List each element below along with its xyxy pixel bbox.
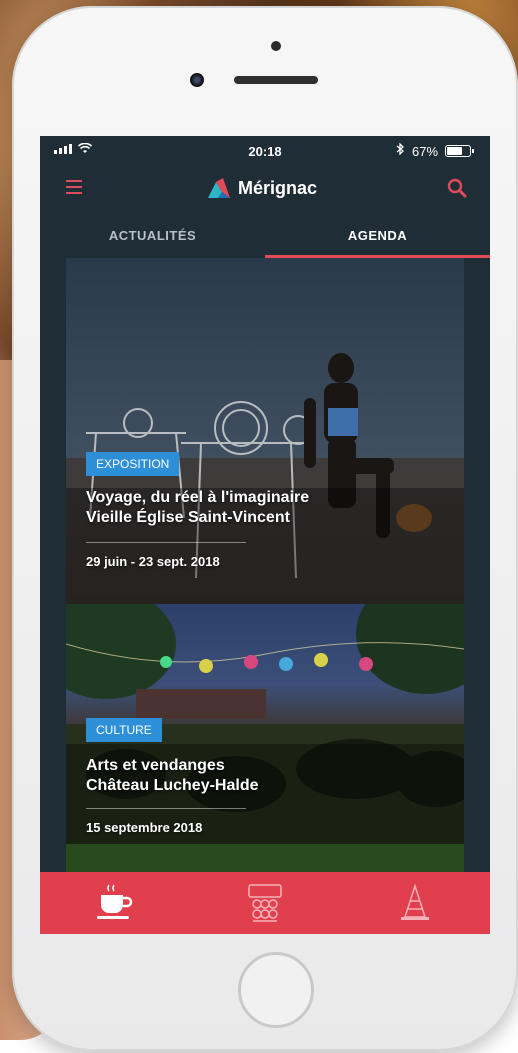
event-card[interactable]: EXPOSITION Voyage, du réel à l'imaginair… [66, 258, 464, 604]
battery-icon [445, 145, 474, 157]
event-venue: Château Luchey-Halde [86, 777, 259, 794]
card-divider [86, 808, 246, 809]
tab-actualites[interactable]: ACTUALITÉS [40, 212, 265, 258]
bottom-navigation [40, 872, 490, 934]
sensor-dot [271, 41, 281, 51]
coffee-cup-icon [97, 884, 133, 919]
hamburger-menu-icon[interactable] [66, 180, 82, 194]
battery-percent: 67% [412, 144, 439, 159]
bluetooth-icon [396, 142, 404, 158]
nav-cone[interactable] [340, 872, 490, 934]
event-date: 29 juin - 23 sept. 2018 [86, 554, 220, 569]
card-divider [86, 542, 246, 543]
event-photo-exposition [66, 258, 464, 604]
theater-seats-icon [248, 884, 282, 922]
merignac-logo [208, 178, 230, 198]
event-venue: Vieille Église Saint-Vincent [86, 509, 290, 526]
event-card[interactable]: CULTURE Arts et vendanges Château Luchey… [66, 604, 464, 872]
event-category-tag: CULTURE [86, 718, 162, 742]
earpiece-speaker [234, 76, 318, 84]
event-date: 15 septembre 2018 [86, 820, 203, 835]
event-title: Voyage, du réel à l'imaginaire [86, 489, 310, 506]
tab-bar: ACTUALITÉS AGENDA [40, 212, 490, 258]
event-title: Arts et vendanges [86, 757, 225, 774]
app-screen: 20:18 67% Mérignac ACTUALITÉS AGENDA EXP… [40, 136, 490, 934]
search-icon[interactable] [446, 177, 468, 199]
nav-theater[interactable] [190, 872, 340, 934]
event-feed[interactable]: EXPOSITION Voyage, du réel à l'imaginair… [66, 258, 464, 872]
brand: Mérignac [208, 176, 317, 200]
tab-agenda[interactable]: AGENDA [265, 212, 490, 258]
front-camera [190, 73, 204, 87]
status-bar: 20:18 67% [40, 136, 490, 166]
event-category-tag: EXPOSITION [86, 452, 180, 476]
nav-coffee[interactable] [40, 872, 190, 934]
app-header: Mérignac [40, 166, 490, 210]
app-title: Mérignac [238, 177, 318, 198]
traffic-cone-icon [401, 883, 429, 920]
home-button[interactable] [238, 952, 314, 1028]
